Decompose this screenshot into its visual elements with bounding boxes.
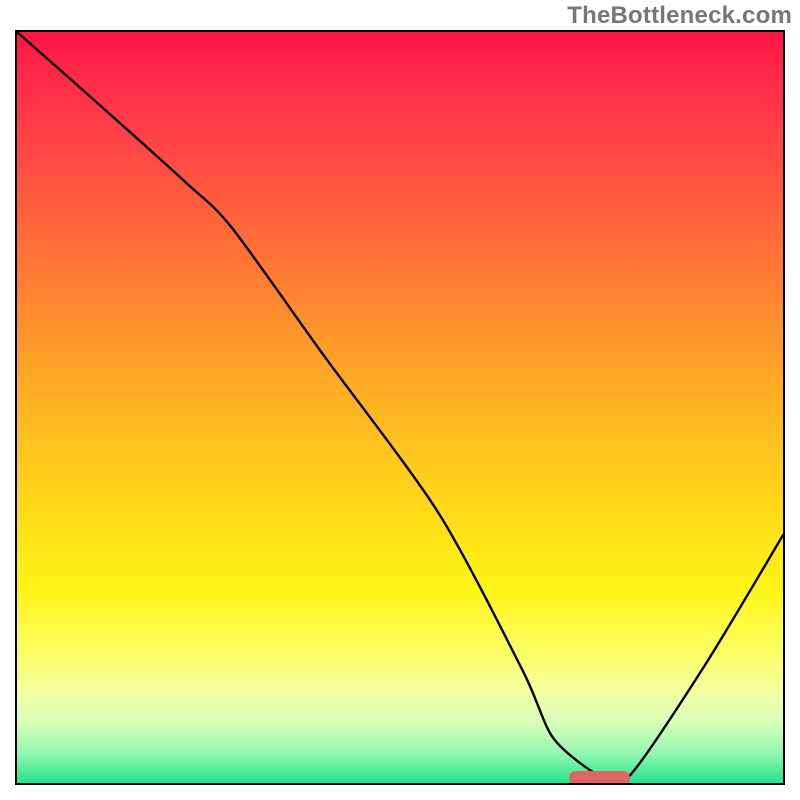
optimal-range-marker	[569, 771, 630, 785]
watermark-text: TheBottleneck.com	[567, 2, 792, 30]
plot-area	[15, 30, 785, 785]
bottleneck-curve	[17, 32, 783, 783]
chart-root: TheBottleneck.com	[0, 0, 800, 800]
